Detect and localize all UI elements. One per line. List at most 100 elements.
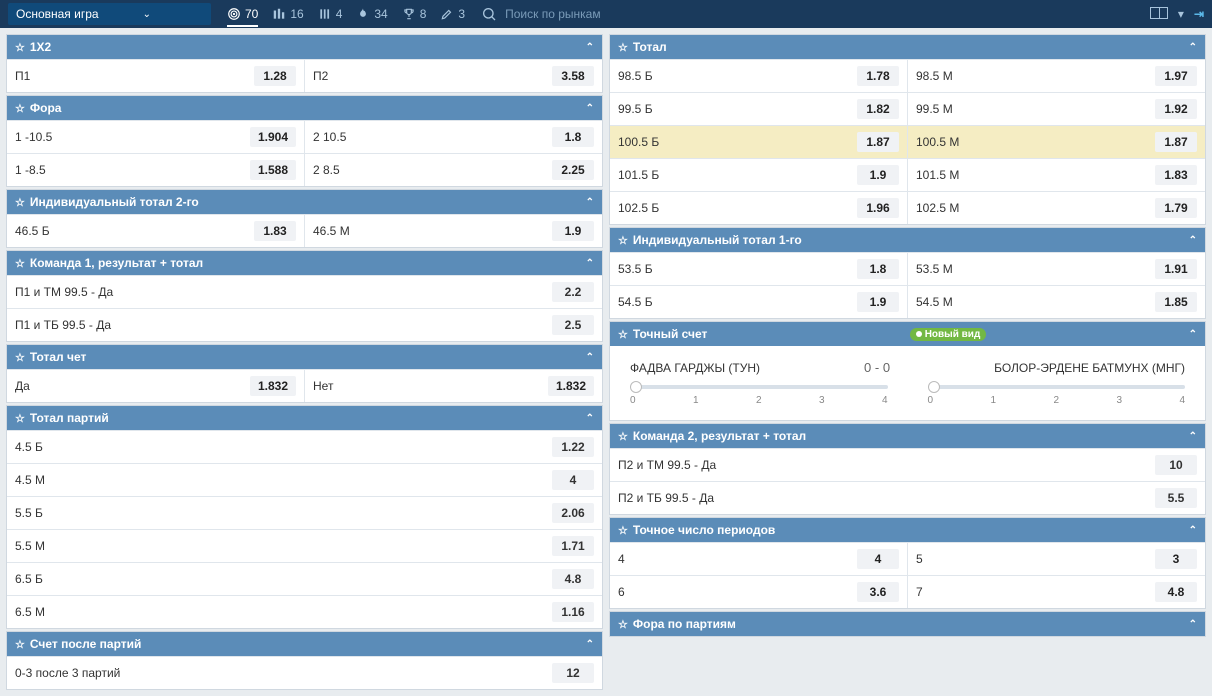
star-icon[interactable]: ☆ <box>15 196 25 209</box>
odd-label: 4 <box>618 552 857 566</box>
odd-cell[interactable]: 101.5 Б1.9 <box>610 159 907 191</box>
collapse-icon[interactable]: ⇥ <box>1194 7 1204 21</box>
odd-cell[interactable]: 53 <box>907 543 1205 575</box>
chevron-up-icon[interactable]: ⌃ <box>586 413 594 424</box>
odd-cell[interactable]: 102.5 М1.79 <box>907 192 1205 224</box>
chevron-up-icon[interactable]: ⌃ <box>586 103 594 114</box>
chevron-up-icon[interactable]: ⌃ <box>1189 525 1197 536</box>
odd-cell[interactable]: 100.5 Б1.87 <box>610 126 907 158</box>
panel-header[interactable]: ☆Счет после партий⌃ <box>7 632 602 656</box>
odd-row[interactable]: 6.5 М1.16 <box>7 595 602 628</box>
chevron-up-icon[interactable]: ⌃ <box>1189 619 1197 630</box>
odd-cell[interactable]: 98.5 Б1.78 <box>610 60 907 92</box>
chevron-up-icon[interactable]: ⌃ <box>586 352 594 363</box>
odd-cell[interactable]: 102.5 Б1.96 <box>610 192 907 224</box>
chevron-up-icon[interactable]: ⌃ <box>1189 235 1197 246</box>
panel-header[interactable]: ☆Команда 1, результат + тотал⌃ <box>7 251 602 275</box>
star-icon[interactable]: ☆ <box>15 638 25 651</box>
panel-header[interactable]: ☆ Тотал чет ⌃ <box>7 345 602 369</box>
search-input[interactable] <box>505 7 655 21</box>
panel-header[interactable]: ☆Тотал⌃ <box>610 35 1205 59</box>
odd-row[interactable]: 5.5 Б2.06 <box>7 496 602 529</box>
odd-cell[interactable]: 98.5 М1.97 <box>907 60 1205 92</box>
tool-columns[interactable]: 16 <box>272 7 303 21</box>
odd-cell[interactable]: 2 10.51.8 <box>304 121 602 153</box>
search-icon[interactable] <box>481 6 497 22</box>
panel-header[interactable]: ☆Точный счетНовый вид⌃ <box>610 322 1205 346</box>
odd-row[interactable]: 0-3 после 3 партий12 <box>7 656 602 689</box>
odd-cell[interactable]: 74.8 <box>907 576 1205 608</box>
odd-cell[interactable]: 100.5 М1.87 <box>907 126 1205 158</box>
odd-cell[interactable]: Нет1.832 <box>304 370 602 402</box>
odd-row[interactable]: П1 и ТБ 99.5 - Да2.5 <box>7 308 602 341</box>
odd-cell[interactable]: 1 -10.51.904 <box>7 121 304 153</box>
panel-title: Тотал чет <box>30 350 86 364</box>
score-slider[interactable]: 01234 <box>630 385 888 406</box>
panel-title: 1X2 <box>30 40 51 54</box>
panel-header[interactable]: ☆Фора по партиям⌃ <box>610 612 1205 636</box>
star-icon[interactable]: ☆ <box>15 41 25 54</box>
game-label: Основная игра <box>16 7 99 21</box>
odd-cell[interactable]: П11.28 <box>7 60 304 92</box>
star-icon[interactable]: ☆ <box>618 524 628 537</box>
chevron-up-icon[interactable]: ⌃ <box>1189 329 1197 340</box>
tool-target[interactable]: 70 <box>227 7 258 27</box>
star-icon[interactable]: ☆ <box>618 41 628 54</box>
panel-header[interactable]: ☆Фора⌃ <box>7 96 602 120</box>
chevron-up-icon[interactable]: ⌃ <box>586 639 594 650</box>
panel-header[interactable]: ☆Точное число периодов⌃ <box>610 518 1205 542</box>
star-icon[interactable]: ☆ <box>15 412 25 425</box>
odd-cell[interactable]: 2 8.52.25 <box>304 154 602 186</box>
odd-value: 1.9 <box>857 165 899 185</box>
odd-cell[interactable]: 46.5 Б1.83 <box>7 215 304 247</box>
odd-cell[interactable]: 53.5 М1.91 <box>907 253 1205 285</box>
odd-cell[interactable]: 101.5 М1.83 <box>907 159 1205 191</box>
odd-row[interactable]: 4.5 Б1.22 <box>7 430 602 463</box>
odd-cell[interactable]: 46.5 М1.9 <box>304 215 602 247</box>
layout-icon[interactable] <box>1150 7 1168 19</box>
market-panel: ☆Тотал⌃98.5 Б1.7898.5 М1.9799.5 Б1.8299.… <box>609 34 1206 225</box>
chevron-up-icon[interactable]: ⌃ <box>586 258 594 269</box>
odd-cell[interactable]: 53.5 Б1.8 <box>610 253 907 285</box>
star-icon[interactable]: ☆ <box>618 328 628 341</box>
odd-row[interactable]: 6.5 Б4.8 <box>7 562 602 595</box>
star-icon[interactable]: ☆ <box>15 102 25 115</box>
tool-edit[interactable]: 3 <box>440 7 465 21</box>
odd-cell[interactable]: П23.58 <box>304 60 602 92</box>
odd-row[interactable]: П1 и ТМ 99.5 - Да2.2 <box>7 275 602 308</box>
star-icon[interactable]: ☆ <box>15 257 25 270</box>
odd-cell[interactable]: Да1.832 <box>7 370 304 402</box>
odd-cell[interactable]: 1 -8.51.588 <box>7 154 304 186</box>
tool-flame[interactable]: 34 <box>356 7 387 21</box>
odd-cell[interactable]: 54.5 Б1.9 <box>610 286 907 318</box>
odd-cell[interactable]: 44 <box>610 543 907 575</box>
score-slider[interactable]: 01234 <box>928 385 1186 406</box>
star-icon[interactable]: ☆ <box>15 351 25 364</box>
tool-trophy[interactable]: 8 <box>402 7 427 21</box>
odd-cell[interactable]: 63.6 <box>610 576 907 608</box>
odd-row[interactable]: П2 и ТМ 99.5 - Да10 <box>610 448 1205 481</box>
chevron-up-icon[interactable]: ⌃ <box>1189 431 1197 442</box>
tool-bars[interactable]: 4 <box>318 7 343 21</box>
odd-row[interactable]: 5.5 М1.71 <box>7 529 602 562</box>
game-select[interactable]: Основная игра ⌄ <box>8 3 211 25</box>
odd-cell[interactable]: 54.5 М1.85 <box>907 286 1205 318</box>
odd-row[interactable]: 4.5 М4 <box>7 463 602 496</box>
chevron-up-icon[interactable]: ⌃ <box>586 42 594 53</box>
panel-header[interactable]: ☆ 1X2 ⌃ <box>7 35 602 59</box>
star-icon[interactable]: ☆ <box>618 430 628 443</box>
star-icon[interactable]: ☆ <box>618 618 628 631</box>
panel-header[interactable]: ☆Команда 2, результат + тотал⌃ <box>610 424 1205 448</box>
new-view-badge[interactable]: Новый вид <box>910 328 987 341</box>
star-icon[interactable]: ☆ <box>618 234 628 247</box>
panel-header[interactable]: ☆Индивидуальный тотал 2-го⌃ <box>7 190 602 214</box>
odd-cell[interactable]: 99.5 М1.92 <box>907 93 1205 125</box>
chevron-up-icon[interactable]: ⌃ <box>1189 42 1197 53</box>
chevron-down-icon[interactable]: ▾ <box>1178 7 1184 21</box>
odd-row[interactable]: П2 и ТБ 99.5 - Да5.5 <box>610 481 1205 514</box>
odd-value: 1.16 <box>552 602 594 622</box>
panel-header[interactable]: ☆Индивидуальный тотал 1-го⌃ <box>610 228 1205 252</box>
odd-cell[interactable]: 99.5 Б1.82 <box>610 93 907 125</box>
panel-header[interactable]: ☆Тотал партий⌃ <box>7 406 602 430</box>
chevron-up-icon[interactable]: ⌃ <box>586 197 594 208</box>
